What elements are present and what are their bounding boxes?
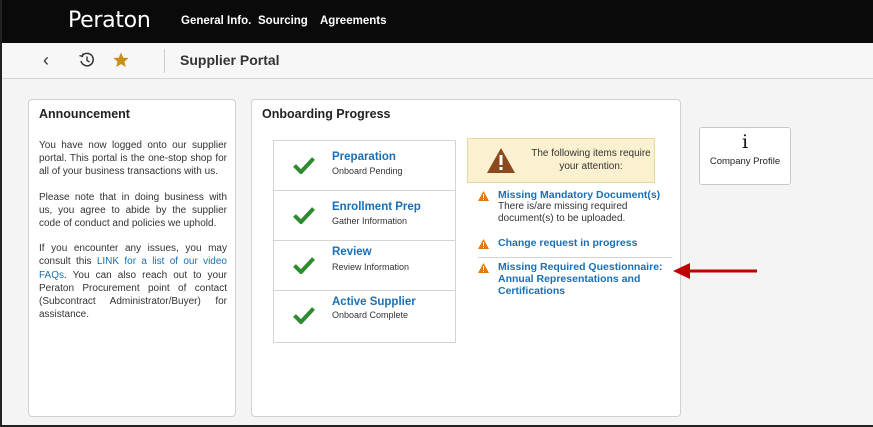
announcement-title: Announcement — [39, 107, 130, 121]
attention-item-title[interactable]: Missing Required Questionnaire: Annual R… — [498, 261, 673, 297]
peraton-logo[interactable]: Peraton — [68, 8, 151, 33]
announcement-panel: Announcement You have now logged onto ou… — [28, 99, 236, 417]
step-preparation[interactable]: Preparation Onboard Pending — [274, 141, 455, 191]
step-title[interactable]: Active Supplier — [332, 296, 416, 308]
step-active-supplier[interactable]: Active Supplier Onboard Complete — [274, 291, 455, 341]
checkmark-icon — [293, 157, 315, 174]
nav-general-info[interactable]: General Info. — [181, 15, 251, 27]
onboarding-progress-panel: Onboarding Progress Preparation Onboard … — [251, 99, 681, 417]
company-profile-button[interactable]: i Company Profile — [699, 127, 791, 185]
step-subtitle: Gather Information — [332, 216, 408, 226]
step-title[interactable]: Enrollment Prep — [332, 201, 421, 213]
nav-sourcing[interactable]: Sourcing — [258, 15, 308, 27]
onboarding-title: Onboarding Progress — [262, 107, 391, 121]
announcement-paragraph: You have now logged onto our supplier po… — [39, 140, 227, 178]
divider — [478, 257, 672, 258]
history-icon[interactable] — [78, 51, 96, 69]
attention-item-title[interactable]: Missing Mandatory Document(s) — [498, 189, 678, 201]
warning-icon — [478, 263, 489, 273]
checkmark-icon — [293, 307, 315, 324]
step-subtitle: Onboard Complete — [332, 310, 409, 320]
announcement-body: You have now logged onto our supplier po… — [39, 139, 227, 333]
checkmark-icon — [293, 257, 315, 274]
attention-alert: The following items require your attenti… — [467, 138, 655, 183]
step-title[interactable]: Preparation — [332, 151, 396, 163]
alert-message: The following items require your attenti… — [531, 148, 651, 172]
chevron-left-icon[interactable]: ‹ — [43, 50, 49, 71]
info-icon: i — [741, 131, 749, 153]
toolbar: ‹ Supplier Portal — [2, 43, 873, 79]
step-review[interactable]: Review Review Information — [274, 241, 455, 291]
warning-icon — [478, 239, 489, 249]
step-enrollment-prep[interactable]: Enrollment Prep Gather Information — [274, 191, 455, 241]
warning-icon — [478, 191, 489, 201]
company-profile-label: Company Profile — [709, 156, 781, 167]
onboarding-steps: Preparation Onboard Pending Enrollment P… — [273, 140, 456, 343]
warning-icon — [487, 148, 515, 173]
top-navigation-bar: Peraton General Info. Sourcing Agreement… — [2, 0, 873, 43]
attention-item-desc: There is/are missing required document(s… — [498, 201, 628, 224]
step-subtitle: Review Information — [332, 262, 410, 272]
toolbar-divider — [164, 49, 165, 73]
app-frame: Peraton General Info. Sourcing Agreement… — [0, 0, 873, 427]
nav-agreements[interactable]: Agreements — [320, 15, 386, 27]
red-arrow-annotation — [673, 263, 757, 279]
page-title: Supplier Portal — [180, 52, 280, 68]
star-icon[interactable] — [112, 51, 130, 69]
checkmark-icon — [293, 207, 315, 224]
announcement-paragraph: If you encounter any issues, you may con… — [39, 242, 227, 321]
announcement-text: . You can also reach out to your Peraton… — [39, 269, 227, 321]
attention-item-title[interactable]: Change request in progress — [498, 237, 678, 249]
step-title[interactable]: Review — [332, 246, 372, 258]
step-subtitle: Onboard Pending — [332, 166, 403, 176]
announcement-paragraph: Please note that in doing business with … — [39, 191, 227, 230]
